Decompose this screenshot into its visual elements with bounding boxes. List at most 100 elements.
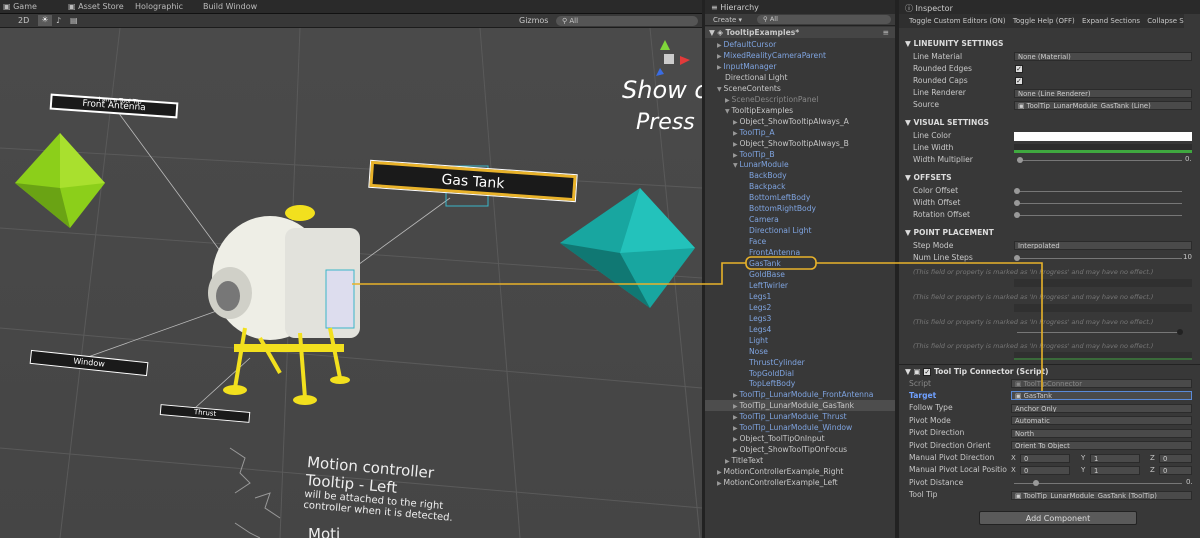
hierarchy-item[interactable]: ▶ MixedRealityCameraParent (705, 50, 895, 61)
hierarchy-item[interactable]: Camera (705, 214, 895, 225)
num-line-steps-value[interactable]: 10 (1183, 253, 1192, 261)
hierarchy-item[interactable]: ▼ TooltipExamples (705, 105, 895, 116)
manual-pivot-direction-z[interactable]: 0 (1159, 454, 1192, 463)
pivot-direction-dropdown[interactable]: North (1011, 429, 1192, 438)
line-material-field[interactable]: None (Material) (1014, 52, 1192, 61)
section-lineunity[interactable]: ▼ LINEUNITY SETTINGS (899, 38, 1200, 50)
hierarchy-item[interactable]: LeftTwirler (705, 280, 895, 291)
hierarchy-item[interactable]: GoldBase (705, 269, 895, 280)
scene-viewport[interactable]: I am a Tool Tip Front Antenna Gas Tank W… (0, 28, 702, 538)
hierarchy-item[interactable]: ▶ ToolTip_A (705, 127, 895, 138)
hierarchy-item[interactable]: FrontAntenna (705, 247, 895, 258)
tab-game[interactable]: ▣ Game (3, 2, 37, 11)
manual-pivot-direction-x[interactable]: 0 (1020, 454, 1070, 463)
step-mode-dropdown[interactable]: Interpolated (1014, 241, 1192, 250)
section-visual[interactable]: ▼ VISUAL SETTINGS (899, 117, 1200, 129)
hierarchy-item[interactable]: ▶ InputManager (705, 61, 895, 72)
pivot-distance-knob[interactable] (1033, 480, 1039, 486)
hierarchy-item[interactable]: ▶ MotionControllerExample_Left (705, 477, 895, 488)
hierarchy-item[interactable]: Backpack (705, 181, 895, 192)
width-offset-slider[interactable] (1017, 203, 1182, 204)
hierarchy-item[interactable]: ▶ DefaultCursor (705, 39, 895, 50)
line-color-swatch[interactable] (1014, 132, 1192, 141)
hierarchy-item[interactable]: Light (705, 335, 895, 346)
effects-icon[interactable]: ▤ (70, 16, 78, 25)
hierarchy-item[interactable]: ▶ Object_ShowTooltipAlways_A (705, 116, 895, 127)
tab-asset-store[interactable]: ▣ Asset Store (68, 2, 124, 11)
hierarchy-item[interactable]: Legs2 (705, 302, 895, 313)
component-enabled-checkbox[interactable]: ✓ (923, 368, 932, 376)
section-point-placement[interactable]: ▼ POINT PLACEMENT (899, 227, 1200, 239)
scene-menu-icon[interactable]: ≡ (883, 27, 889, 38)
hierarchy-item[interactable]: ▶ ToolTip_LunarModule_FrontAntenna (705, 389, 895, 400)
hierarchy-item[interactable]: Legs1 (705, 291, 895, 302)
follow-type-dropdown[interactable]: Anchor Only (1011, 404, 1192, 413)
hierarchy-item[interactable]: GasTank (705, 258, 895, 269)
color-offset-knob[interactable] (1014, 188, 1020, 194)
rotation-offset-slider[interactable] (1017, 215, 1182, 216)
hierarchy-item[interactable]: Directional Light (705, 225, 895, 236)
component-header[interactable]: ▼ ▣ ✓ Tool Tip Connector (Script) (899, 366, 1200, 378)
hierarchy-search-input[interactable]: ⚲ All (757, 15, 891, 24)
rotation-offset-knob[interactable] (1014, 212, 1020, 218)
pivot-mode-dropdown[interactable]: Automatic (1011, 416, 1192, 425)
num-line-steps-knob[interactable] (1014, 255, 1020, 261)
rounded-caps-checkbox[interactable]: ✓ (1015, 77, 1023, 85)
hierarchy-item[interactable]: ▶ ToolTip_LunarModule_GasTank (705, 400, 895, 412)
hierarchy-item[interactable]: BottomLeftBody (705, 192, 895, 203)
manual-pivot-local-y[interactable]: 1 (1090, 466, 1140, 475)
hierarchy-item[interactable]: Legs3 (705, 313, 895, 324)
toggle-custom-editors-button[interactable]: Toggle Custom Editors (ON) (909, 17, 1006, 25)
hierarchy-item[interactable]: Nose (705, 346, 895, 357)
toggle-help-button[interactable]: Toggle Help (OFF) (1013, 17, 1075, 25)
width-multiplier-value[interactable]: 0. (1185, 155, 1192, 163)
width-offset-knob[interactable] (1014, 200, 1020, 206)
hierarchy-item[interactable]: TopGoldDial (705, 368, 895, 379)
line-width-curve[interactable] (1014, 144, 1192, 153)
lighting-icon[interactable]: ☀ (38, 15, 52, 26)
hierarchy-item[interactable]: ▼ SceneContents (705, 83, 895, 94)
color-offset-slider[interactable] (1017, 191, 1182, 192)
hierarchy-item[interactable]: Directional Light (705, 72, 895, 83)
section-offsets[interactable]: ▼ OFFSETS (899, 172, 1200, 184)
hierarchy-item[interactable]: ▶ ToolTip_B (705, 149, 895, 160)
hierarchy-item[interactable]: ▶ ToolTip_LunarModule_Thrust (705, 411, 895, 422)
hierarchy-item[interactable]: ▶ ToolTip_LunarModule_Window (705, 422, 895, 433)
scene-root-row[interactable]: ▼ ◈ TooltipExamples* ≡ (705, 27, 895, 38)
hierarchy-item[interactable]: BottomRightBody (705, 203, 895, 214)
pivot-direction-orient-dropdown[interactable]: Orient To Object (1011, 441, 1192, 450)
manual-pivot-local-x[interactable]: 0 (1020, 466, 1070, 475)
scene-search-input[interactable]: ⚲ All (556, 16, 698, 26)
gizmos-dropdown[interactable]: Gizmos (519, 16, 548, 25)
hierarchy-item[interactable]: BackBody (705, 170, 895, 181)
hierarchy-item[interactable]: ▶ TitleText (705, 455, 895, 466)
target-field[interactable]: ▣ GasTank (1011, 391, 1192, 400)
manual-pivot-local-z[interactable]: 0 (1159, 466, 1192, 475)
tab-build-window[interactable]: Build Window (203, 2, 257, 11)
width-multiplier-knob[interactable] (1017, 157, 1023, 163)
inspector-tab[interactable]: ⓘ Inspector (899, 0, 1200, 14)
width-multiplier-slider[interactable] (1017, 160, 1182, 161)
tool-tip-field[interactable]: ▣ ToolTip_LunarModule_GasTank (ToolTip) (1011, 491, 1192, 500)
hierarchy-item[interactable]: ThrustCylinder (705, 357, 895, 368)
hierarchy-item[interactable]: ▼ LunarModule (705, 159, 895, 170)
hierarchy-item[interactable]: TopLeftBody (705, 378, 895, 389)
source-field[interactable]: ▣ ToolTip_LunarModule_GasTank (Line) (1014, 101, 1192, 110)
hierarchy-item[interactable]: ▶ Object_ShowToolTipOnFocus (705, 444, 895, 455)
hierarchy-item[interactable]: Legs4 (705, 324, 895, 335)
hierarchy-item[interactable]: Face (705, 236, 895, 247)
hierarchy-item[interactable]: ▶ Object_ToolTipOnInput (705, 433, 895, 444)
tab-holographic[interactable]: Holographic (135, 2, 183, 11)
create-dropdown[interactable]: Create ▾ (713, 16, 742, 24)
pivot-distance-slider[interactable] (1014, 483, 1182, 484)
hierarchy-item[interactable]: ▶ Object_ShowTooltipAlways_B (705, 138, 895, 149)
num-line-steps-slider[interactable] (1017, 258, 1182, 259)
hierarchy-item[interactable]: ▶ MotionControllerExample_Right (705, 466, 895, 477)
line-renderer-field[interactable]: None (Line Renderer) (1014, 89, 1192, 98)
expand-sections-button[interactable]: Expand Sections (1082, 17, 1140, 25)
rounded-edges-checkbox[interactable]: ✓ (1015, 65, 1023, 73)
add-component-button[interactable]: Add Component (979, 511, 1137, 525)
hierarchy-item[interactable]: ▶ SceneDescriptionPanel (705, 94, 895, 105)
pivot-distance-value[interactable]: 0. (1186, 478, 1193, 486)
audio-icon[interactable]: ♪ (56, 16, 61, 25)
